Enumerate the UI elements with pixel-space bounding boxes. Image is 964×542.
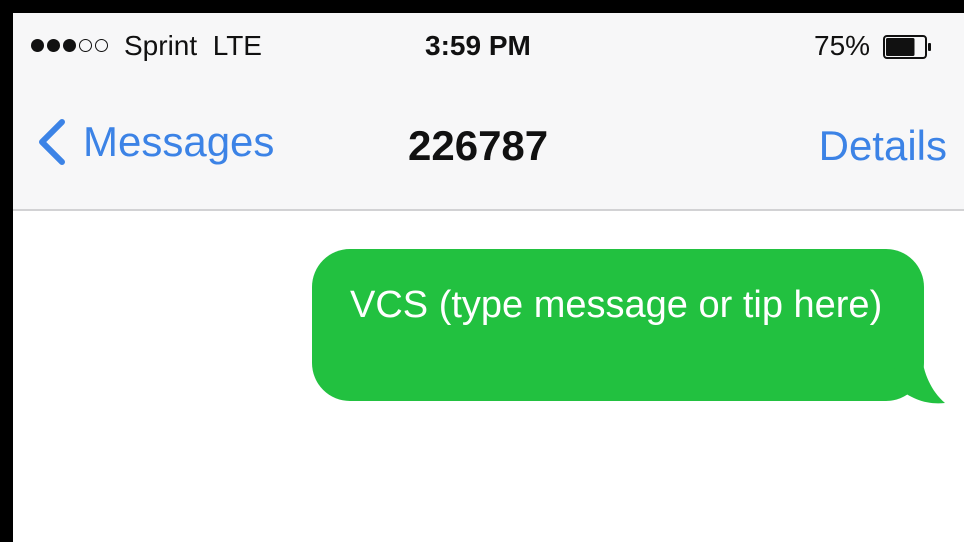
conversation-title: 226787	[408, 122, 549, 169]
navigation-bar: Messages 226787 Details	[13, 88, 964, 209]
bubble-tail	[893, 351, 945, 404]
status-time: 3:59 PM	[425, 30, 531, 61]
back-label: Messages	[83, 118, 275, 165]
signal-dot-empty	[79, 39, 92, 52]
chevron-left-icon	[39, 119, 65, 165]
back-button[interactable]: Messages	[35, 117, 274, 167]
details-button[interactable]: Details	[819, 122, 947, 170]
top-bar: Sprint LTE 3:59 PM 75% Messages 226787 D…	[13, 13, 964, 211]
message-text: VCS (type message or tip here)	[350, 284, 883, 326]
signal-dot-empty	[95, 39, 108, 52]
message-thread[interactable]: VCS (type message or tip here)	[13, 211, 964, 542]
battery-percent: 75%	[814, 30, 871, 61]
phone-screen: Sprint LTE 3:59 PM 75% Messages 226787 D…	[13, 13, 964, 542]
carrier-label: Sprint LTE	[124, 30, 262, 61]
signal-dot-filled	[47, 39, 60, 52]
signal-dot-filled	[63, 39, 76, 52]
signal-dot-filled	[31, 39, 44, 52]
battery-icon	[883, 35, 931, 59]
status-bar: Sprint LTE 3:59 PM 75%	[13, 13, 964, 88]
screenshot-frame: Sprint LTE 3:59 PM 75% Messages 226787 D…	[0, 0, 964, 542]
battery-fill	[886, 38, 915, 56]
signal-strength-icon	[31, 39, 108, 52]
